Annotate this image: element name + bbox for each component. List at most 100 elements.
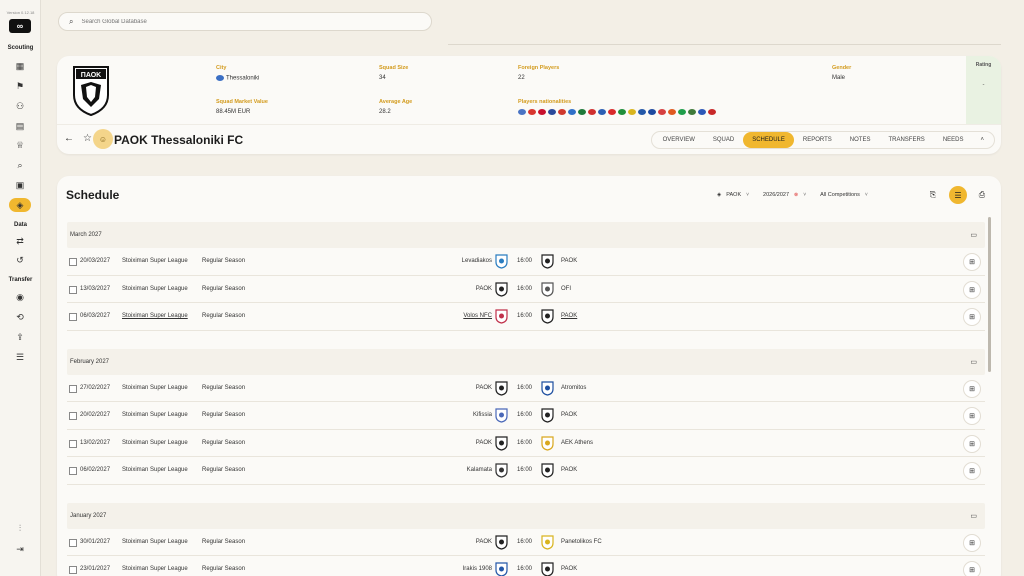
search-scout-icon[interactable]: ⌕ bbox=[9, 158, 31, 172]
team-filter[interactable]: ◈ PAOK ˅ bbox=[717, 192, 749, 198]
global-search[interactable]: ⌕ bbox=[58, 12, 432, 31]
back-arrow-icon[interactable]: ← bbox=[64, 133, 74, 144]
history-icon[interactable]: ↺ bbox=[9, 253, 31, 267]
save-icon[interactable]: ▭ bbox=[970, 512, 977, 520]
add-report-icon[interactable]: ⊞ bbox=[963, 379, 981, 398]
add-report-icon[interactable]: ⊞ bbox=[963, 561, 981, 576]
tab-needs[interactable]: NEEDS bbox=[934, 132, 973, 148]
match-date: 23/01/2027 bbox=[80, 566, 111, 572]
calendar-icon[interactable]: ▣ bbox=[9, 178, 31, 192]
reports-icon[interactable]: ▤ bbox=[9, 119, 31, 133]
match-stage: Regular Season bbox=[202, 313, 246, 319]
home-team[interactable]: PAOK bbox=[412, 385, 492, 391]
away-team[interactable]: PAOK bbox=[561, 412, 577, 418]
section-transfer: Transfer bbox=[8, 277, 33, 283]
tab-schedule[interactable]: SCHEDULE bbox=[743, 132, 794, 148]
transfer-icon[interactable]: ⟲ bbox=[9, 310, 31, 324]
match-row[interactable]: 20/02/2027 Stoiximan Super League Regular … bbox=[67, 402, 985, 430]
svg-text:ΠΑΟΚ: ΠΑΟΚ bbox=[81, 72, 101, 79]
match-stage: Regular Season bbox=[202, 467, 246, 473]
match-row[interactable]: 23/01/2027 Stoiximan Super League Regular … bbox=[67, 556, 985, 576]
chevron-up-icon[interactable]: ˄ bbox=[972, 132, 992, 148]
match-row[interactable]: 20/03/2027 Stoiximan Super League Regular … bbox=[67, 248, 985, 276]
season-filter[interactable]: 2026/2027 ⊗ ˅ bbox=[763, 192, 806, 198]
away-team[interactable]: PAOK bbox=[561, 566, 577, 572]
home-team[interactable]: Kifissia bbox=[412, 412, 492, 418]
add-report-icon[interactable]: ⊞ bbox=[963, 533, 981, 552]
home-team-crest-icon bbox=[495, 380, 508, 396]
exchange-icon[interactable]: ⇄ bbox=[9, 234, 31, 248]
list-icon[interactable]: ☰ bbox=[9, 350, 31, 364]
competition-filter[interactable]: All Competitions ˅ bbox=[820, 192, 868, 198]
home-team[interactable]: Kalamata bbox=[412, 467, 492, 473]
match-checkbox[interactable] bbox=[69, 412, 77, 420]
away-team[interactable]: AEK Athens bbox=[561, 440, 593, 446]
match-row[interactable]: 06/03/2027 Stoiximan Super League Regular … bbox=[67, 303, 985, 331]
export-icon[interactable]: ⎘ bbox=[924, 186, 942, 204]
nationality-flag-icon bbox=[618, 109, 626, 115]
match-checkbox[interactable] bbox=[69, 467, 77, 475]
city-label: City bbox=[216, 65, 227, 71]
match-row[interactable]: 06/02/2027 Stoiximan Super League Regular … bbox=[67, 457, 985, 485]
match-checkbox[interactable] bbox=[69, 258, 77, 266]
save-icon[interactable]: ▭ bbox=[970, 231, 977, 239]
away-team[interactable]: OFI bbox=[561, 286, 571, 292]
match-competition[interactable]: Stoiximan Super League bbox=[122, 313, 188, 319]
home-team[interactable]: Volos NFC bbox=[412, 313, 492, 319]
match-row[interactable]: 13/02/2027 Stoiximan Super League Regular … bbox=[67, 430, 985, 457]
home-team-crest-icon bbox=[495, 408, 508, 423]
smiley-icon[interactable]: ☺ bbox=[93, 129, 113, 149]
home-team[interactable]: PAOK bbox=[412, 539, 492, 545]
add-report-icon[interactable]: ⊞ bbox=[963, 280, 981, 299]
search-icon: ⌕ bbox=[69, 16, 74, 26]
dashboard-icon[interactable]: ▦ bbox=[9, 59, 31, 73]
settings-sliders-icon[interactable]: ⫶ bbox=[9, 521, 31, 535]
shield-icon[interactable]: ◈ bbox=[9, 198, 31, 212]
search-input[interactable] bbox=[81, 18, 382, 25]
match-checkbox[interactable] bbox=[69, 538, 77, 547]
add-report-icon[interactable]: ⊞ bbox=[963, 308, 981, 326]
away-team[interactable]: Atromitos bbox=[561, 385, 586, 391]
home-team[interactable]: Irakis 1908 bbox=[412, 566, 492, 572]
nationality-flag-icon bbox=[658, 109, 666, 115]
print-icon[interactable]: ⎙ bbox=[973, 186, 991, 204]
tab-overview[interactable]: OVERVIEW bbox=[654, 132, 704, 148]
tab-reports[interactable]: REPORTS bbox=[794, 132, 841, 148]
month-header: March 2027 ▭ bbox=[67, 222, 985, 248]
tab-transfers[interactable]: TRANSFERS bbox=[879, 132, 933, 148]
trophy-icon[interactable]: ♕ bbox=[9, 138, 31, 152]
shield-check-icon[interactable]: ◉ bbox=[9, 290, 31, 304]
match-checkbox[interactable] bbox=[69, 384, 77, 393]
match-row[interactable]: 13/03/2027 Stoiximan Super League Regular … bbox=[67, 276, 985, 303]
match-row[interactable]: 30/01/2027 Stoiximan Super League Regular … bbox=[67, 529, 985, 556]
match-checkbox[interactable] bbox=[69, 313, 77, 321]
add-report-icon[interactable]: ⊞ bbox=[963, 462, 981, 480]
home-team[interactable]: Levadiakos bbox=[412, 258, 492, 264]
app-logo[interactable]: ∞ bbox=[9, 19, 31, 33]
match-row[interactable]: 27/02/2027 Stoiximan Super League Regular … bbox=[67, 375, 985, 402]
favorite-star-icon[interactable]: ☆ bbox=[83, 133, 92, 144]
players-icon[interactable]: ⚇ bbox=[9, 99, 31, 113]
tab-notes[interactable]: NOTES bbox=[841, 132, 880, 148]
add-report-icon[interactable]: ⊞ bbox=[963, 434, 981, 453]
upload-icon[interactable]: ⇪ bbox=[9, 330, 31, 344]
add-report-icon[interactable]: ⊞ bbox=[963, 253, 981, 271]
running-icon[interactable]: ⚑ bbox=[9, 79, 31, 93]
away-team[interactable]: PAOK bbox=[561, 258, 577, 264]
away-team[interactable]: PAOK bbox=[561, 467, 577, 473]
save-icon[interactable]: ▭ bbox=[970, 358, 977, 366]
add-report-icon[interactable]: ⊞ bbox=[963, 407, 981, 425]
match-checkbox[interactable] bbox=[69, 566, 77, 574]
scrollbar[interactable] bbox=[988, 217, 991, 372]
match-checkbox[interactable] bbox=[69, 285, 77, 294]
clear-icon[interactable]: ⊗ bbox=[794, 192, 798, 198]
tab-squad[interactable]: SQUAD bbox=[704, 132, 743, 148]
list-view-icon[interactable]: ☰ bbox=[949, 186, 967, 204]
nationality-flag-icon bbox=[528, 109, 536, 115]
home-team[interactable]: PAOK bbox=[412, 440, 492, 446]
away-team[interactable]: PAOK bbox=[561, 313, 577, 319]
match-checkbox[interactable] bbox=[69, 439, 77, 448]
home-team[interactable]: PAOK bbox=[412, 286, 492, 292]
logout-icon[interactable]: ⇥ bbox=[9, 542, 31, 556]
away-team[interactable]: Panetolikos FC bbox=[561, 539, 602, 545]
